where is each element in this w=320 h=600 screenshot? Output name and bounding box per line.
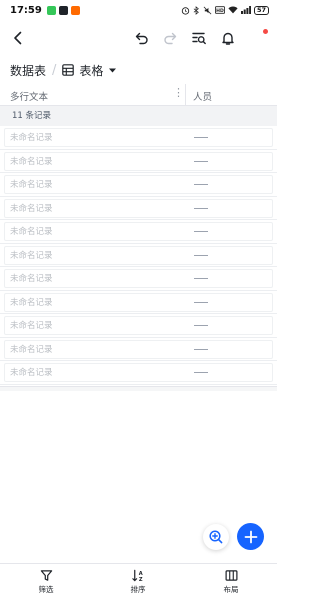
svg-text:A: A	[139, 571, 143, 577]
record-title: 未命名记录	[10, 297, 53, 308]
table-row[interactable]: 未命名记录	[0, 267, 277, 291]
record-title: 未命名记录	[10, 227, 53, 237]
table-row[interactable]: 未命名记录	[0, 220, 277, 244]
sort-button[interactable]: AZ 排序	[118, 569, 158, 595]
grid-view-icon	[62, 64, 75, 76]
empty-person-placeholder	[194, 372, 208, 373]
record-count-bar: 11 条记录	[0, 106, 277, 126]
empty-person-placeholder	[194, 184, 208, 185]
zoom-in-icon	[209, 530, 223, 544]
record-title: 未命名记录	[10, 133, 53, 143]
record-title: 未命名记录	[10, 321, 53, 331]
undo-button[interactable]	[130, 26, 154, 50]
empty-person-placeholder	[194, 301, 208, 303]
svg-text:Z: Z	[139, 577, 143, 582]
table-row[interactable]: 未命名记录	[0, 361, 277, 385]
more-button[interactable]	[245, 26, 269, 50]
record-title: 未命名记录	[10, 203, 53, 214]
add-record-button[interactable]	[237, 523, 264, 550]
app-notification-icon	[70, 5, 80, 15]
empty-person-placeholder	[194, 325, 208, 326]
table-row[interactable]: 未命名记录	[0, 197, 277, 220]
table-row[interactable]: 未命名记录	[0, 338, 277, 361]
notifications-button[interactable]	[216, 26, 240, 50]
column-header-text[interactable]: 多行文本	[10, 89, 48, 103]
column-header-row: 多行文本 ⋮ 人员	[0, 84, 277, 106]
redo-icon	[164, 32, 177, 45]
empty-person-placeholder	[194, 207, 208, 209]
empty-person-placeholder	[194, 254, 208, 256]
bluetooth-icon	[193, 5, 200, 15]
breadcrumb-separator: /	[52, 62, 57, 78]
mute-icon	[203, 6, 212, 15]
wifi-icon	[228, 6, 238, 14]
record-title: 未命名记录	[10, 344, 53, 355]
layout-columns-icon	[225, 570, 237, 581]
bell-icon	[222, 32, 234, 45]
empty-person-placeholder	[194, 160, 208, 162]
empty-person-placeholder	[194, 137, 208, 138]
empty-person-placeholder	[194, 231, 208, 232]
column-divider	[185, 84, 186, 106]
signal-icon	[240, 6, 251, 14]
back-button[interactable]	[6, 26, 30, 50]
table-row[interactable]: 未命名记录	[0, 291, 277, 314]
back-icon	[14, 31, 22, 45]
view-switcher[interactable]: 表格	[62, 62, 117, 79]
search-records-button[interactable]	[187, 26, 211, 50]
sort-icon: AZ	[132, 569, 143, 582]
table-row[interactable]: 未命名记录	[0, 150, 277, 173]
redo-button[interactable]	[158, 26, 182, 50]
record-list: 未命名记录 未命名记录 未命名记录 未命名记录 未命名记录 未命名记录 未命名记录 未命名记录…	[0, 126, 277, 385]
alarm-icon	[181, 6, 190, 15]
battery-icon: 57	[253, 5, 269, 15]
record-title: 未命名记录	[10, 180, 53, 190]
search-zoom-button[interactable]	[203, 524, 229, 550]
app-notification-icon	[58, 5, 68, 15]
layout-button[interactable]: 布局	[211, 569, 251, 595]
bottom-toolbar: 筛选 AZ 排序 布局	[0, 563, 277, 600]
table-row[interactable]: 未命名记录	[0, 244, 277, 267]
column-header-person[interactable]: 人员	[193, 89, 212, 103]
svg-text:HD: HD	[216, 8, 224, 14]
list-footer	[0, 386, 277, 391]
record-title: 未命名记录	[10, 368, 53, 378]
filter-button[interactable]: 筛选	[26, 569, 66, 595]
breadcrumb-table[interactable]: 数据表	[10, 62, 46, 79]
table-row[interactable]: 未命名记录	[0, 173, 277, 197]
hd-icon: HD	[214, 6, 225, 14]
empty-person-placeholder	[194, 348, 208, 350]
top-toolbar	[0, 22, 277, 54]
caret-down-icon	[109, 68, 117, 72]
filter-icon	[40, 570, 52, 581]
record-count: 11 条记录	[12, 111, 52, 121]
view-name: 表格	[79, 63, 104, 78]
sort-label: 排序	[130, 585, 146, 594]
plus-icon	[244, 530, 257, 543]
record-title: 未命名记录	[10, 250, 53, 261]
record-title: 未命名记录	[10, 274, 53, 284]
table-row[interactable]: 未命名记录	[0, 126, 277, 150]
view-header: 数据表 / 表格	[10, 60, 117, 80]
app-notification-icon	[46, 5, 56, 15]
layout-label: 布局	[223, 585, 239, 594]
status-time: 17:59	[10, 4, 42, 16]
record-title: 未命名记录	[10, 156, 53, 167]
notification-dot	[263, 29, 268, 34]
status-bar: 17:59 HD 57	[0, 0, 277, 20]
undo-icon	[135, 32, 148, 45]
column-menu-icon[interactable]: ⋮	[173, 86, 184, 99]
table-row[interactable]: 未命名记录	[0, 314, 277, 338]
empty-person-placeholder	[194, 278, 208, 279]
filter-label: 筛选	[38, 585, 54, 594]
search-list-icon	[192, 32, 206, 45]
